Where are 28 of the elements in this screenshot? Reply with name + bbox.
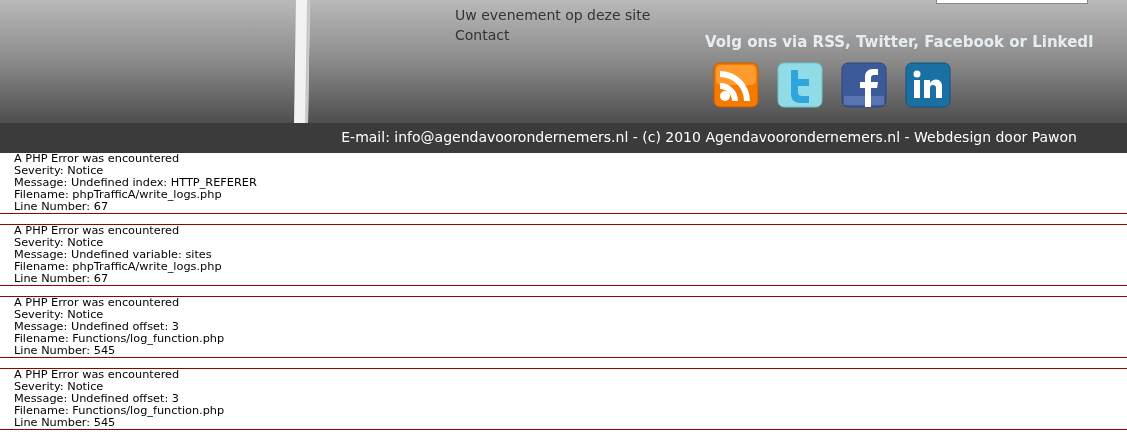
error-line: Message: Undefined variable: sites (14, 249, 212, 261)
footer-text: E-mail: info@agendavoorondernemers.nl - (c) 2010 Agendavoorondernemers.nl - Webdesign door Pawon (341, 129, 1077, 145)
error-line: Line Number: 67 (14, 201, 109, 213)
error-line: Filename: phpTrafficA/write_logs.php (14, 189, 222, 201)
rss-icon[interactable] (713, 62, 759, 108)
error-line: Filename: Functions/log_function.php (14, 333, 225, 345)
error-line: A PHP Error was encountered (14, 297, 180, 309)
error-line: Message: Undefined index: HTTP_REFERER (14, 177, 257, 189)
error-line: Line Number: 545 (14, 345, 116, 357)
error-line: Message: Undefined offset: 3 (14, 393, 179, 405)
error-line: A PHP Error was encountered (14, 369, 180, 381)
error-line: Line Number: 545 (14, 417, 116, 429)
error-line: Severity: Notice (14, 309, 104, 321)
error-line: A PHP Error was encountered (14, 225, 180, 237)
nav-link[interactable]: Uw evenement op deze site (455, 5, 651, 25)
input-field[interactable] (936, 0, 1088, 4)
error-line: Severity: Notice (14, 237, 104, 249)
facebook-icon[interactable] (841, 62, 887, 108)
error-line: Line Number: 67 (14, 273, 109, 285)
linkedin-icon[interactable] (905, 62, 951, 108)
error-line: Severity: Notice (14, 381, 104, 393)
error-line: Message: Undefined offset: 3 (14, 321, 179, 333)
error-line: Filename: phpTrafficA/write_logs.php (14, 261, 222, 273)
error-line: Severity: Notice (14, 165, 104, 177)
nav-link[interactable]: Contact (455, 25, 510, 45)
error-line: Filename: Functions/log_function.php (14, 405, 225, 417)
error-line: A PHP Error was encountered (14, 153, 180, 165)
social-heading: Volg ons via RSS, Twitter, Facebook or LinkedI (705, 33, 1094, 51)
